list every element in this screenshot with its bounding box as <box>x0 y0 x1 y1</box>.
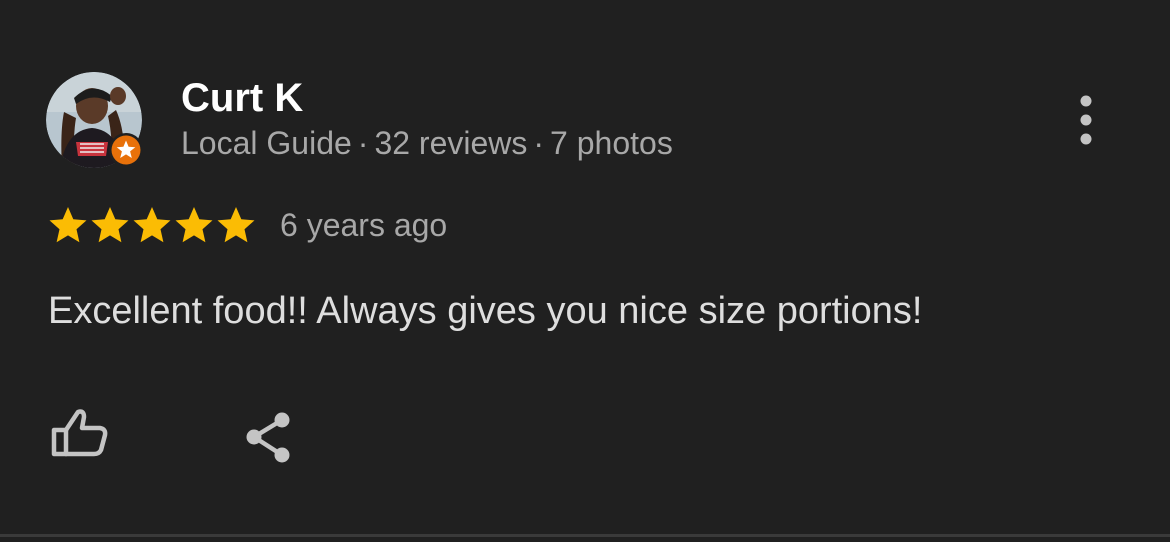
like-button[interactable] <box>48 404 112 468</box>
star-filled-icon <box>217 207 255 243</box>
share-button[interactable] <box>238 406 302 470</box>
review-text: Excellent food!! Always gives you nice s… <box>48 290 923 332</box>
star-filled-icon <box>133 207 171 243</box>
local-guide-badge-icon <box>109 133 143 167</box>
thumbs-up-icon <box>51 409 108 457</box>
author-meta: Local Guide · 32 reviews · 7 photos <box>181 125 673 162</box>
author-name[interactable]: Curt K <box>181 76 303 121</box>
author-level: Local Guide <box>181 125 352 161</box>
rating-row: 6 years ago <box>48 204 447 246</box>
author-photo-count: 7 photos <box>550 125 673 161</box>
star-filled-icon <box>49 207 87 243</box>
star-filled-icon <box>175 207 213 243</box>
review-card: Curt K Local Guide · 32 reviews · 7 photos 6… <box>0 0 1170 542</box>
share-icon <box>246 412 290 463</box>
star-filled-icon <box>91 207 129 243</box>
meta-separator: · <box>533 125 545 161</box>
star-rating <box>48 205 256 245</box>
more-vertical-icon <box>1080 95 1092 145</box>
review-time: 6 years ago <box>280 206 448 243</box>
bottom-divider <box>0 534 1170 537</box>
more-options-button[interactable] <box>1066 92 1106 148</box>
meta-separator: · <box>357 125 369 161</box>
author-avatar[interactable] <box>46 72 144 170</box>
author-review-count: 32 reviews <box>374 125 528 161</box>
